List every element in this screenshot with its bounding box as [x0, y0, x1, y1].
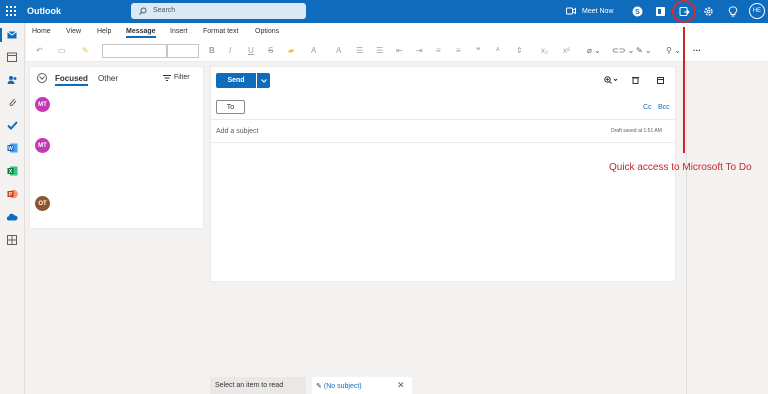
attach-icon[interactable]: ⌀ ⌄ [587, 46, 601, 55]
close-icon[interactable]: ✕ [397, 380, 405, 391]
ribbon-toolbar: ↶ ▭ ✎ B I U S ▰ A A ☰ ☰ ⇤ ⇥ ≡ ≡ ❝ ᴬ ⇕ x₂… [26, 40, 768, 62]
tab-options[interactable]: Options [255, 28, 279, 35]
tab-view[interactable]: View [66, 28, 81, 35]
attachment-icon[interactable] [5, 95, 19, 109]
pencil-icon: ✎ [316, 383, 322, 390]
search-placeholder: Search [153, 7, 176, 14]
draft-tab-label: (No subject) [323, 383, 362, 390]
link-icon[interactable]: ⊂⊃ ⌄ [612, 46, 634, 55]
filter-label: Filter [174, 74, 190, 81]
user-avatar[interactable]: HE [749, 3, 765, 19]
top-bar: Outlook Search Meet Now S HE [0, 0, 768, 23]
people-icon[interactable] [5, 73, 19, 87]
discard-icon[interactable] [632, 76, 639, 86]
send-button[interactable]: Send [216, 73, 256, 88]
font-color-icon[interactable]: A [311, 46, 316, 55]
tab-focused[interactable]: Focused [55, 74, 88, 86]
search-box[interactable]: Search [131, 3, 306, 19]
quote-icon[interactable]: ❝ [476, 46, 480, 55]
ribbon-tab-bar: Home View Help Message Insert Format tex… [26, 23, 768, 40]
annotation-arrow [683, 27, 685, 153]
cc-button[interactable]: Cc [643, 104, 652, 111]
avatar[interactable]: OT [35, 196, 50, 211]
svg-text:S: S [635, 9, 640, 16]
dictate-icon[interactable]: ⚲ ⌄ [666, 46, 681, 55]
calendar-icon[interactable] [5, 50, 19, 64]
tab-message[interactable]: Message [126, 28, 156, 38]
meet-now-button[interactable]: Meet Now [566, 5, 614, 17]
filter-button[interactable]: Filter [163, 74, 190, 81]
annotation-label: Quick access to Microsoft To Do [609, 162, 752, 173]
strikethrough-icon[interactable]: S [268, 46, 273, 55]
tab-format-text[interactable]: Format text [203, 28, 238, 35]
todo-highlight-circle [672, 0, 696, 23]
gear-icon[interactable] [701, 4, 715, 18]
teams-icon[interactable] [653, 4, 667, 18]
excel-icon[interactable]: X [5, 164, 19, 178]
onedrive-icon[interactable] [5, 210, 19, 224]
zoom-icon[interactable] [604, 76, 618, 87]
tab-help[interactable]: Help [97, 28, 111, 35]
avatar[interactable]: MT [35, 97, 50, 112]
divider [211, 142, 675, 143]
subscript-icon[interactable]: x₂ [541, 46, 548, 55]
app-launcher-icon[interactable] [6, 6, 16, 16]
tab-other[interactable]: Other [98, 74, 118, 83]
format-painter-icon[interactable]: ✎ [82, 46, 89, 55]
search-icon [139, 7, 147, 15]
avatar[interactable]: MT [35, 138, 50, 153]
word-icon[interactable]: W [5, 141, 19, 155]
draft-status: Draft saved at 1:51 AM [611, 128, 662, 134]
tab-home[interactable]: Home [32, 28, 51, 35]
undo-icon[interactable]: ↶ [36, 46, 43, 55]
font-size-box[interactable] [167, 44, 199, 58]
superscript-icon[interactable]: ᴬ [496, 46, 500, 55]
powerpoint-icon[interactable]: P [5, 187, 19, 201]
numbering-icon[interactable]: ☰ [376, 46, 383, 55]
select-toggle-icon[interactable] [37, 73, 47, 83]
divider [211, 119, 675, 120]
superscript-x-icon[interactable]: x² [563, 46, 570, 55]
lightbulb-icon[interactable] [726, 4, 740, 18]
highlight-icon[interactable]: ▰ [288, 46, 294, 55]
tab-insert[interactable]: Insert [170, 28, 188, 35]
filter-icon [163, 74, 171, 81]
meet-now-label: Meet Now [582, 7, 614, 15]
message-list: Focused Other Filter MT MT OT [29, 66, 204, 229]
align-icon[interactable]: ≡ [436, 46, 441, 55]
compose-pane: Send To Cc Bcc Add a subject Draft saved… [210, 66, 676, 282]
underline-icon[interactable]: U [248, 46, 254, 55]
decrease-indent-icon[interactable]: ⇤ [396, 46, 403, 55]
app-title[interactable]: Outlook [27, 6, 61, 16]
divider [686, 62, 687, 394]
more-options-icon[interactable]: ··· [693, 46, 701, 55]
skype-icon[interactable]: S [630, 4, 644, 18]
italic-icon[interactable]: I [229, 46, 231, 55]
align-center-icon[interactable]: ≡ [456, 46, 461, 55]
paste-icon[interactable]: ▭ [58, 46, 66, 55]
tab-draft[interactable]: ✎ (No subject) ✕ [312, 377, 412, 394]
clear-format-icon[interactable]: A [336, 46, 341, 55]
line-spacing-icon[interactable]: ⇕ [516, 46, 523, 55]
video-camera-icon [566, 7, 576, 15]
bcc-button[interactable]: Bcc [658, 104, 670, 111]
todo-check-icon[interactable] [5, 118, 19, 132]
send-options-button[interactable] [257, 73, 270, 88]
pop-out-icon[interactable] [657, 76, 665, 86]
tab-reading-pane[interactable]: Select an item to read [210, 377, 306, 394]
subject-field[interactable]: Add a subject [216, 128, 258, 135]
bold-icon[interactable]: B [209, 46, 215, 55]
bullets-icon[interactable]: ☰ [356, 46, 363, 55]
svg-text:W: W [8, 146, 13, 152]
more-apps-icon[interactable] [5, 233, 19, 247]
chevron-down-icon [260, 78, 267, 83]
signature-icon[interactable]: ✎ ⌄ [636, 46, 652, 55]
font-name-box[interactable] [102, 44, 167, 58]
rail-active-indicator [0, 28, 2, 42]
to-button[interactable]: To [216, 100, 245, 114]
app-rail: W X P [0, 23, 25, 394]
increase-indent-icon[interactable]: ⇥ [416, 46, 423, 55]
mail-icon[interactable] [5, 28, 19, 42]
